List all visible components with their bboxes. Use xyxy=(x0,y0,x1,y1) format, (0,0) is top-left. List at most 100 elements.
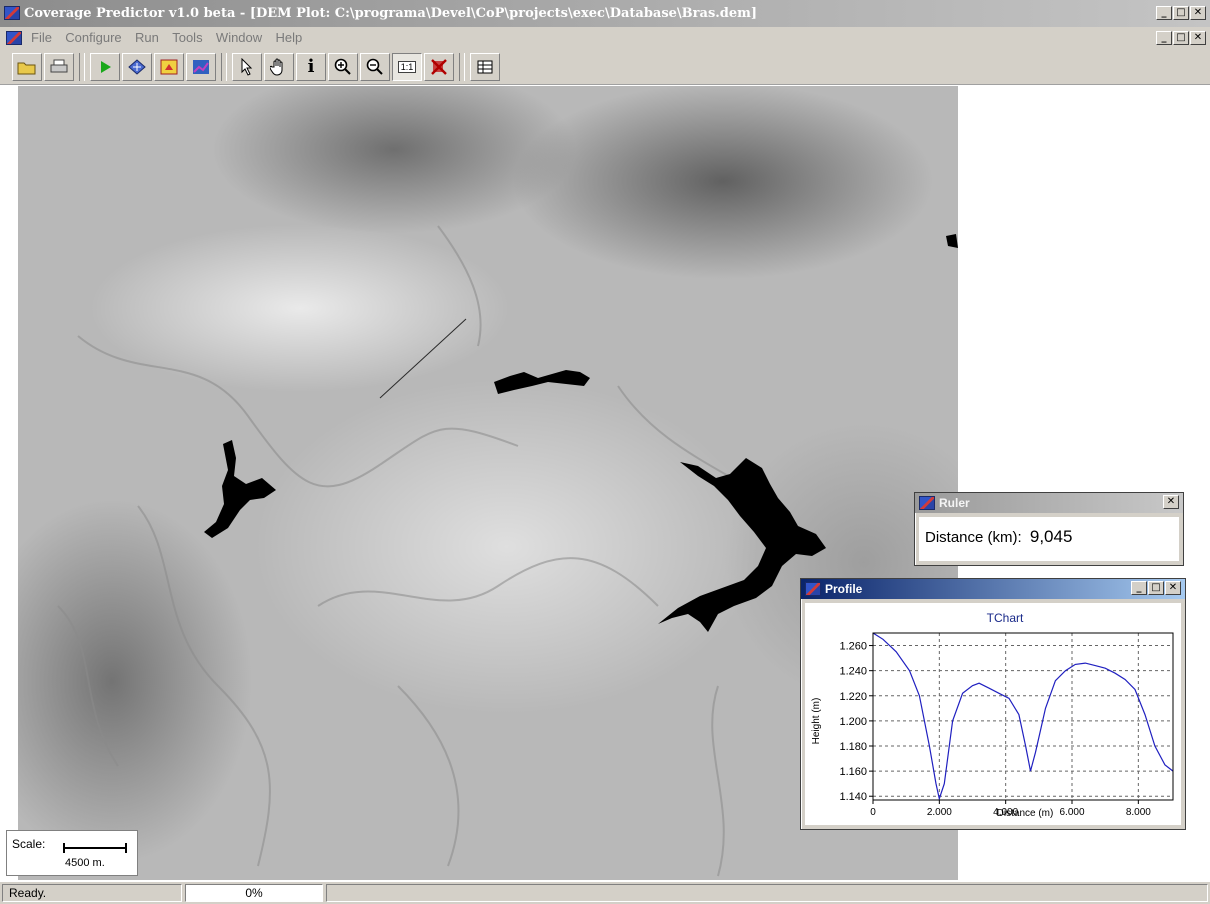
height-profile-line xyxy=(872,632,1174,801)
profile-ruler-line xyxy=(379,318,467,399)
reservoir-north xyxy=(494,370,590,394)
profile-title-bar[interactable]: Profile _ □ ✕ xyxy=(801,579,1185,599)
chart-series xyxy=(872,632,1174,801)
doc-restore-button[interactable]: □ xyxy=(1173,31,1189,45)
x-tick-label: 2.000 xyxy=(927,807,952,818)
status-panel xyxy=(326,884,1208,902)
y-axis-label: Height (m) xyxy=(811,698,822,745)
toolbar-separator xyxy=(221,52,227,81)
window-title: Coverage Predictor v1.0 beta - [DEM Plot… xyxy=(24,6,758,21)
pointer-button[interactable] xyxy=(232,52,262,81)
reservoir-west xyxy=(204,440,276,538)
x-tick-label: 6.000 xyxy=(1059,807,1084,818)
ruler-app-icon xyxy=(919,496,935,510)
profile-close-button[interactable]: ✕ xyxy=(1165,581,1181,595)
profile-chart: TChart 0 2.000 4.000 6.000 8.0001.1401.1601.… xyxy=(811,611,1174,819)
menu-tools[interactable]: Tools xyxy=(167,27,207,49)
zoom-fit-icon: 1:1 xyxy=(397,60,417,73)
pan-hand-icon xyxy=(270,58,283,76)
chart-ticks: 0 2.000 4.000 6.000 8.0001.1401.1601.1801.20… xyxy=(839,641,1151,818)
ruler-controls: ✕ xyxy=(1163,495,1179,509)
ruler-title: Ruler xyxy=(939,496,970,510)
ruler-close-button[interactable]: ✕ xyxy=(1163,495,1179,509)
zoom-out-button[interactable] xyxy=(360,52,390,81)
scale-bar xyxy=(63,843,127,853)
profile-title: Profile xyxy=(825,582,863,596)
toolbar-separator xyxy=(459,52,465,81)
status-bar: Ready. 0% xyxy=(0,882,1210,904)
menu-bar: File Configure Run Tools Window Help _ □… xyxy=(0,27,1210,49)
y-tick-label: 1.160 xyxy=(839,766,867,778)
ruler-title-bar[interactable]: Ruler ✕ xyxy=(915,493,1183,513)
print-button[interactable] xyxy=(44,52,74,81)
menu-configure[interactable]: Configure xyxy=(60,27,126,49)
layers-button[interactable] xyxy=(122,52,152,81)
y-tick-label: 1.140 xyxy=(839,791,867,803)
profile-window[interactable]: Profile _ □ ✕ TChart 0 2.000 4.000 6.000 8.0… xyxy=(800,578,1186,830)
chart-title: TChart xyxy=(987,611,1024,625)
profile-chart-area: TChart 0 2.000 4.000 6.000 8.000 1.140 1.160 1.… xyxy=(805,603,1181,825)
y-tick-label: 1.240 xyxy=(839,666,867,678)
coverage-button[interactable] xyxy=(186,52,216,81)
x-axis-label: Distance (m) xyxy=(997,808,1054,819)
ruler-body: Distance (km): 9,045 xyxy=(919,517,1179,561)
terrain-ridges xyxy=(57,225,779,877)
select-area-icon xyxy=(160,59,178,74)
open-button[interactable] xyxy=(12,52,42,81)
y-tick-label: 1.200 xyxy=(839,716,867,728)
menu-run[interactable]: Run xyxy=(130,27,164,49)
doc-close-button[interactable]: ✕ xyxy=(1190,31,1206,45)
distance-value: 9,045 xyxy=(1029,527,1073,546)
map-scale: Scale: 4500 m. xyxy=(6,830,138,876)
run-button[interactable] xyxy=(90,52,120,81)
open-folder-icon xyxy=(17,62,36,74)
plot-frame xyxy=(872,632,1174,801)
profile-minimize-button[interactable]: _ xyxy=(1131,581,1147,595)
status-progress: 0% xyxy=(185,884,323,902)
menu-help[interactable]: Help xyxy=(271,27,308,49)
scale-label: Scale: xyxy=(12,837,46,851)
y-tick-label: 1.180 xyxy=(839,741,867,753)
clear-button[interactable] xyxy=(424,52,454,81)
close-button[interactable]: ✕ xyxy=(1190,6,1206,20)
menu-window[interactable]: Window xyxy=(211,27,267,49)
toolbar: i 1:1 xyxy=(0,49,1210,85)
zoom-in-button[interactable] xyxy=(328,52,358,81)
title-bar: Coverage Predictor v1.0 beta - [DEM Plot… xyxy=(0,0,1210,27)
info-button[interactable]: i xyxy=(296,52,326,81)
minimize-button[interactable]: _ xyxy=(1156,6,1172,20)
app-icon xyxy=(4,6,20,20)
network-icon xyxy=(128,58,146,75)
coverage-map-icon xyxy=(193,59,209,74)
play-icon xyxy=(101,60,111,73)
zoom-out-icon xyxy=(366,58,383,75)
profile-maximize-button[interactable]: □ xyxy=(1148,581,1164,595)
window-controls: _ □ ✕ xyxy=(1156,6,1206,20)
document-icon[interactable] xyxy=(6,31,22,45)
x-tick-label: 0 xyxy=(870,807,876,818)
water-bodies xyxy=(204,234,958,632)
toolbar-separator xyxy=(79,52,85,81)
document-controls: _ □ ✕ xyxy=(1156,31,1206,45)
distance-label: Distance (km): xyxy=(925,529,1022,546)
info-icon: i xyxy=(307,56,315,77)
profile-app-icon xyxy=(805,582,821,596)
y-tick-label: 1.260 xyxy=(839,641,867,653)
menu-file[interactable]: File xyxy=(26,27,57,49)
doc-minimize-button[interactable]: _ xyxy=(1156,31,1172,45)
chart-grid xyxy=(873,633,1173,800)
scale-value: 4500 m. xyxy=(65,857,105,869)
select-area-button[interactable] xyxy=(154,52,184,81)
zoom-in-icon xyxy=(334,58,351,75)
status-message: Ready. xyxy=(2,884,182,902)
pan-button[interactable] xyxy=(264,52,294,81)
zoom-fit-button[interactable]: 1:1 xyxy=(392,52,422,81)
reservoir-edge xyxy=(946,234,958,248)
grid-button[interactable] xyxy=(470,52,500,81)
ruler-window[interactable]: Ruler ✕ Distance (km): 9,045 xyxy=(914,492,1184,566)
pointer-icon xyxy=(241,57,253,76)
clear-icon xyxy=(431,58,447,75)
grid-icon xyxy=(477,60,493,73)
profile-controls: _ □ ✕ xyxy=(1131,581,1181,595)
restore-button[interactable]: □ xyxy=(1173,6,1189,20)
